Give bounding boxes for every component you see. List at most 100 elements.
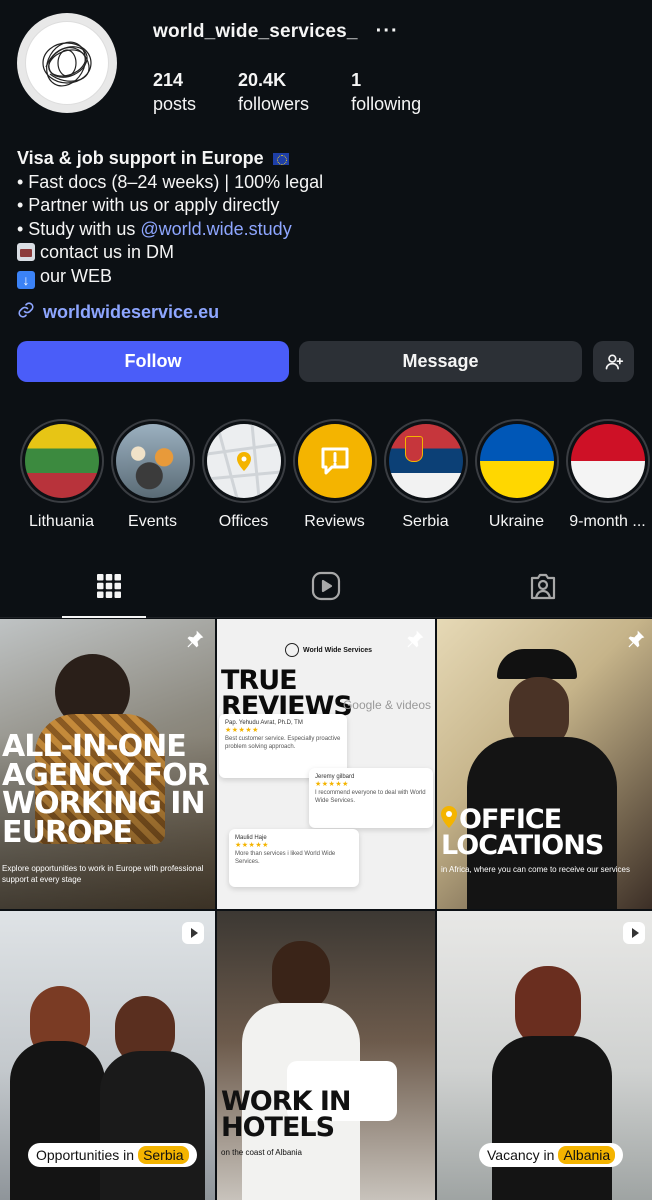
post-reviews[interactable]: World Wide Services TRUE REVIEWS Google …	[217, 619, 435, 909]
highlight-label: Reviews	[304, 513, 365, 530]
review-text: I recommend everyone to deal with World …	[315, 790, 426, 804]
ellipsis-icon[interactable]: ···	[376, 20, 399, 43]
highlight-ring	[565, 419, 650, 503]
eu-flag-icon	[272, 153, 289, 166]
inbox-tray-icon	[17, 243, 35, 261]
stat-posts[interactable]: 214 posts	[153, 69, 196, 117]
reel-icon	[622, 921, 646, 950]
post-caption: in Africa, where you can come to receive…	[441, 865, 630, 874]
post-brand: World Wide Services	[285, 643, 372, 657]
post-pill: Opportunities in Serbia	[28, 1143, 197, 1167]
profile-avatar[interactable]	[17, 13, 117, 113]
pill-highlight: Albania	[558, 1146, 616, 1164]
post-albania[interactable]: Vacancy in Albania	[437, 911, 652, 1200]
website-link-text[interactable]: worldwideservice.eu	[43, 302, 219, 323]
tab-reels[interactable]	[217, 560, 434, 617]
highlight-label: 9-month ...	[569, 513, 646, 530]
grid-icon	[96, 573, 122, 604]
highlight-label: Ukraine	[488, 513, 545, 530]
highlight-label: Lithuania	[29, 513, 94, 530]
highlight-serbia[interactable]: Serbia	[380, 419, 471, 531]
post-caption: on the coast of Albania	[221, 1148, 302, 1157]
highlight-ring	[19, 419, 104, 503]
mention-link[interactable]: @world.wide.study	[140, 219, 291, 239]
bio-contact: contact us in DM	[40, 242, 175, 262]
following-label: following	[351, 94, 422, 114]
message-button[interactable]: Message	[299, 341, 582, 382]
post-headline-line: EUROPE	[2, 814, 133, 850]
events-photo	[115, 424, 190, 498]
highlight-ukraine[interactable]: Ukraine	[471, 419, 562, 531]
bio-contact-line: contact us in DM	[17, 241, 637, 265]
add-person-icon[interactable]	[593, 341, 634, 382]
highlight-reviews[interactable]: Reviews	[289, 419, 380, 531]
highlight-ring	[383, 419, 468, 503]
highlight-lithuania[interactable]: Lithuania	[16, 419, 107, 531]
pinned-icon	[185, 629, 205, 654]
pinned-icon	[405, 629, 425, 654]
review-text: More than services i liked World Wide Se…	[235, 851, 336, 865]
highlight-ring	[474, 419, 559, 503]
brand-name: World Wide Services	[303, 646, 373, 654]
post-headline: ALL-IN-ONE AGENCY FOR WORKING IN EUROPE	[2, 732, 210, 850]
following-count: 1	[351, 70, 362, 90]
highlight-label: Events	[128, 513, 177, 530]
highlight-label: Offices	[218, 513, 269, 530]
reviewer-name: Maulid Haje	[235, 835, 267, 841]
post-headline: OFFICE LOCATIONS	[441, 806, 604, 858]
pinned-icon	[626, 629, 646, 654]
tagged-icon	[528, 571, 558, 606]
website-link[interactable]: worldwideservice.eu	[17, 301, 219, 324]
highlight-label: Serbia	[402, 513, 449, 530]
tab-tagged[interactable]	[435, 560, 652, 617]
scribble-logo-icon	[25, 21, 109, 105]
highlight-9-month[interactable]: 9-month ...	[562, 419, 652, 531]
tab-posts[interactable]	[0, 560, 217, 618]
post-caption: Explore opportunities to work in Europe …	[2, 864, 204, 884]
bio-web: our WEB	[40, 265, 113, 286]
highlight-events[interactable]: Events	[107, 419, 198, 531]
post-agency[interactable]: ALL-IN-ONE AGENCY FOR WORKING IN EUROPE …	[0, 619, 215, 909]
stat-followers[interactable]: 20.4K followers	[238, 69, 309, 117]
post-offices[interactable]: OFFICE LOCATIONS in Africa, where you ca…	[437, 619, 652, 909]
map-pin-icon	[206, 424, 281, 498]
story-highlights: Lithuania Events Offices Reviews Serbia …	[16, 419, 652, 531]
bio-line: • Study with us	[17, 218, 141, 239]
star-rating-icon: ★★★★★	[235, 842, 269, 849]
pill-text: Opportunities in	[36, 1147, 135, 1163]
bio-web-line: ↓ our WEB	[17, 265, 637, 289]
link-icon	[17, 301, 35, 324]
reel-icon	[181, 921, 205, 950]
profile-stats: 214 posts 20.4K followers 1 following	[153, 69, 463, 117]
post-headline-line: OFFICE	[459, 803, 562, 835]
stat-following[interactable]: 1 following	[351, 69, 421, 117]
post-headline-line: HOTELS	[221, 1111, 335, 1143]
reels-icon	[311, 571, 341, 606]
review-card: Jeremy gilbard ★★★★★ I recommend everyon…	[309, 768, 433, 828]
posts-count: 214	[153, 70, 184, 90]
alert-chat-icon	[297, 424, 372, 498]
profile-tabs	[0, 560, 652, 618]
brand-logo-icon	[285, 643, 299, 657]
red-white-flag-icon	[570, 424, 645, 498]
followers-label: followers	[238, 94, 310, 114]
post-headline-row: OFFICE	[441, 806, 603, 833]
post-hotels[interactable]: WORK IN HOTELS on the coast of Albania	[217, 911, 435, 1200]
username-row: world_wide_services_ ···	[153, 20, 399, 43]
followers-count: 20.4K	[238, 70, 287, 90]
reviewer-name: Jeremy gilbard	[315, 774, 355, 780]
post-headline: WORK IN HOTELS	[221, 1088, 351, 1143]
follow-button[interactable]: Follow	[17, 341, 289, 382]
pill-highlight: Serbia	[138, 1146, 189, 1164]
post-serbia[interactable]: Opportunities in Serbia	[0, 911, 215, 1200]
map-pin-icon	[441, 806, 457, 833]
bio-line: • Partner with us or apply directly	[17, 195, 280, 215]
bio-line: • Fast docs (8–24 weeks) | 100% legal	[17, 171, 324, 192]
username: world_wide_services_	[153, 20, 358, 42]
highlight-offices[interactable]: Offices	[198, 419, 289, 531]
ukraine-flag-icon	[479, 424, 554, 498]
serbia-flag-icon	[388, 424, 463, 498]
bio-title-line: Visa & job support in Europe	[17, 147, 637, 171]
review-card: Maulid Haje ★★★★★ More than services i l…	[229, 829, 359, 887]
highlight-ring	[110, 419, 195, 503]
